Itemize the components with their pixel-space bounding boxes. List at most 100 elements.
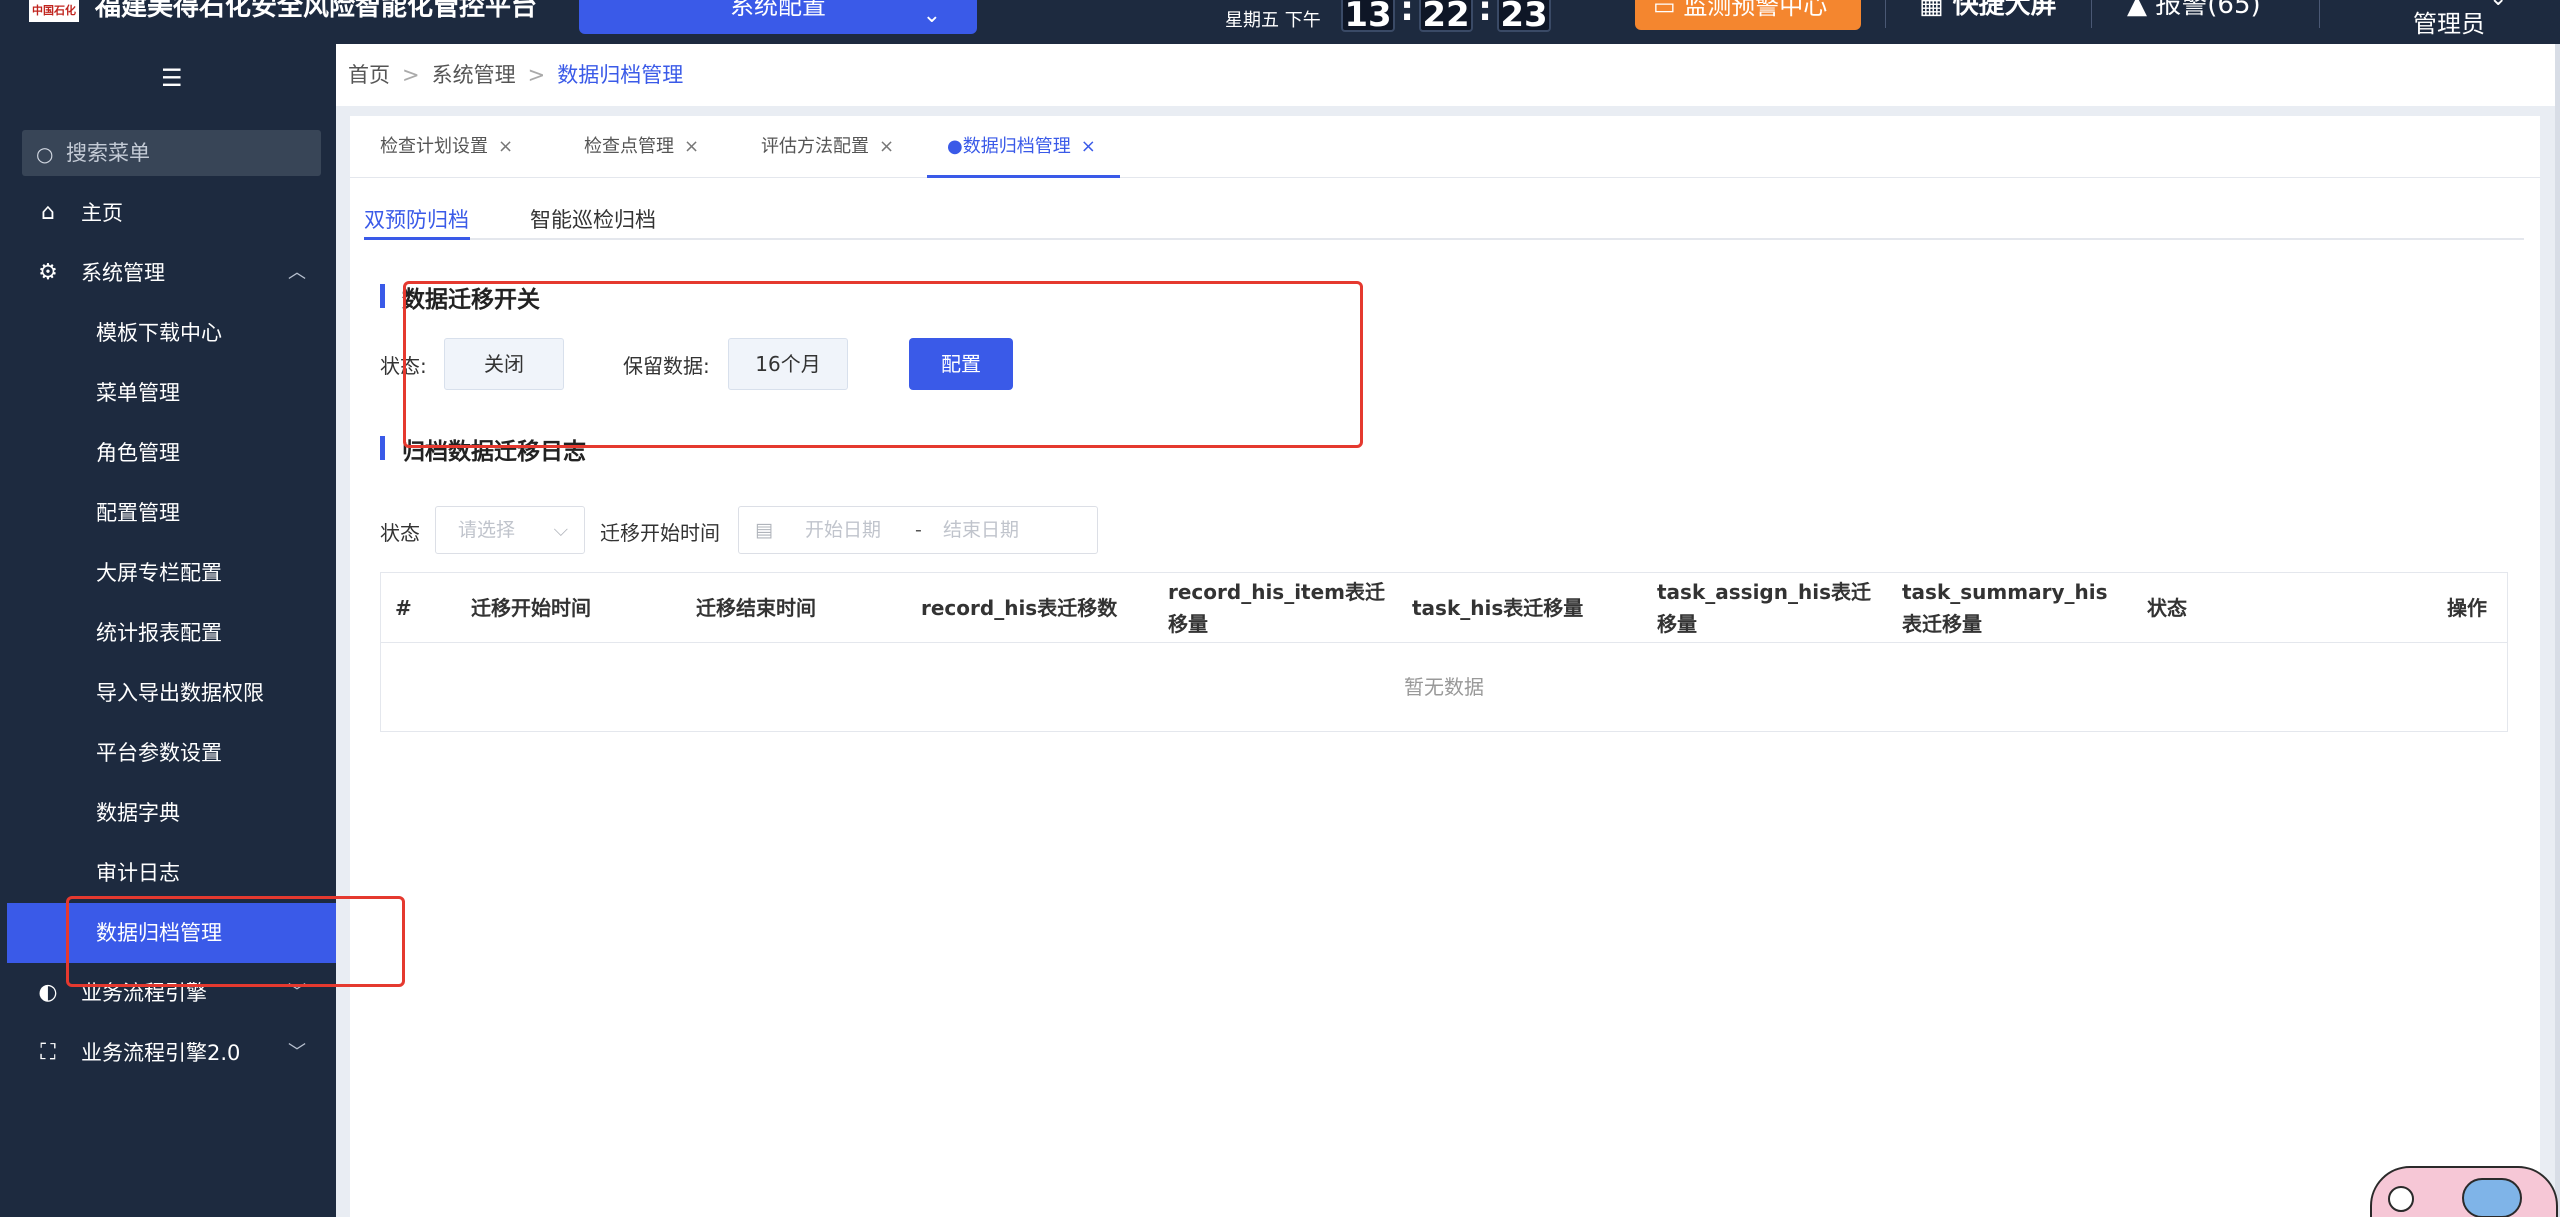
assistant-mascot-image[interactable] — [2370, 1166, 2558, 1217]
sidebar-subitem[interactable]: 平台参数设置 — [7, 723, 336, 783]
mascot-eye — [2388, 1186, 2414, 1212]
sub-tabs: 双预防归档 智能巡检归档 — [364, 192, 2524, 240]
home-icon: ⌂ — [41, 200, 55, 225]
big-screen-button[interactable]: ▦ 快捷大屏 — [1919, 0, 2057, 21]
bell-icon: ▲ — [2127, 0, 2156, 20]
filter-time-label: 迁移开始时间 — [600, 521, 720, 545]
sidebar-subitem[interactable]: 角色管理 — [7, 423, 336, 483]
clock-hour: 13 — [1341, 0, 1395, 35]
menu-collapse-icon[interactable]: ☰ — [161, 64, 183, 92]
sidebar-item-workflow2[interactable]: ⛶ 业务流程引擎2.0 ﹀ — [7, 1023, 336, 1083]
sidebar-subitem[interactable]: 配置管理 — [7, 483, 336, 543]
gear-icon: ⚙ — [38, 260, 58, 285]
breadcrumb-home[interactable]: 首页 — [348, 63, 390, 87]
chevron-down-icon: ⌄ — [922, 3, 941, 28]
close-icon[interactable]: × — [1081, 136, 1096, 157]
empty-state: 暂无数据 — [1404, 675, 1484, 699]
title-accent-bar — [380, 436, 385, 460]
page-tabs: 检查计划设置 × 检查点管理 × 评估方法配置 × ●数据归档管理 × — [350, 116, 2540, 178]
sidebar: ☰ ○ 搜索菜单 ⌂ 主页 ⚙ 系统管理 ︿ 模板下载中心 菜单管理 角色管理 … — [7, 44, 336, 1217]
subtab-smart-inspection[interactable]: 智能巡检归档 — [530, 192, 656, 240]
column-header: # — [395, 596, 412, 620]
chevron-down-icon: ﹀ — [288, 1042, 306, 1063]
column-header: record_his表迁移数 — [921, 596, 1118, 620]
end-date-input[interactable]: 结束日期 — [943, 507, 1019, 553]
screen-icon: ▦ — [1919, 0, 1953, 20]
monitor-icon: ▭ — [1653, 0, 1684, 20]
tab-label: 检查点管理 — [584, 136, 674, 157]
big-screen-label: 快捷大屏 — [1952, 0, 2057, 20]
tab-label: ●数据归档管理 — [947, 136, 1071, 157]
sidebar-item-label: 系统管理 — [81, 261, 165, 285]
close-icon[interactable]: × — [879, 136, 894, 157]
column-header: 操作 — [2447, 596, 2487, 620]
breadcrumb-parent[interactable]: 系统管理 — [432, 63, 516, 87]
column-header: 迁移结束时间 — [696, 596, 816, 620]
migration-log-table: # 迁移开始时间 迁移结束时间 record_his表迁移数 record_hi… — [380, 572, 2508, 732]
system-select-label: 系统配置 — [730, 0, 826, 20]
close-icon[interactable]: × — [684, 136, 699, 157]
alarm-label: 报警(65) — [2155, 0, 2261, 20]
breadcrumb-separator: > — [402, 63, 420, 87]
annotation-highlight-box — [66, 896, 405, 987]
menu-search-placeholder: 搜索菜单 — [66, 141, 150, 165]
sidebar-subitem[interactable]: 导入导出数据权限 — [7, 663, 336, 723]
divider — [2091, 0, 2092, 28]
sidebar-item-label: 业务流程引擎2.0 — [81, 1041, 241, 1065]
tab-inspection-plan[interactable]: 检查计划设置 × — [380, 116, 513, 178]
table-header: # 迁移开始时间 迁移结束时间 record_his表迁移数 record_hi… — [381, 573, 2507, 643]
sidebar-subitem[interactable]: 审计日志 — [7, 843, 336, 903]
clock-colon: : — [1400, 0, 1414, 29]
start-date-input[interactable]: 开始日期 — [805, 507, 881, 553]
search-icon: ○ — [36, 142, 54, 166]
menu-search-input[interactable]: ○ 搜索菜单 — [22, 130, 321, 176]
tab-data-archive[interactable]: ●数据归档管理 × — [927, 116, 1120, 178]
top-header: 中国石化 福建美得石化安全风险智能化管控平台 系统配置 ⌄ 星期五 下午 13 … — [7, 0, 2560, 44]
subtab-dual-prevention[interactable]: 双预防归档 — [364, 192, 470, 240]
app-title: 福建美得石化安全风险智能化管控平台 — [95, 0, 538, 22]
column-header: 状态 — [2147, 596, 2187, 620]
company-logo: 中国石化 — [29, 0, 79, 22]
date-range-picker[interactable]: ▤ 开始日期 - 结束日期 — [738, 506, 1098, 554]
window-edge — [0, 0, 7, 1217]
tab-evaluation[interactable]: 评估方法配置 × — [761, 116, 894, 178]
breadcrumb-current: 数据归档管理 — [557, 63, 684, 87]
clock-colon: : — [1478, 0, 1492, 29]
sidebar-item-system-mgmt[interactable]: ⚙ 系统管理 ︿ — [7, 243, 336, 303]
tab-label: 评估方法配置 — [761, 136, 869, 157]
sidebar-item-home[interactable]: ⌂ 主页 — [7, 183, 336, 243]
system-select[interactable]: 系统配置 ⌄ — [579, 0, 977, 34]
clock-second: 23 — [1497, 0, 1551, 35]
org-chart-icon: ⛶ — [40, 1040, 56, 1065]
sidebar-item-label: 主页 — [81, 201, 123, 225]
monitor-center-label: 监测预警中心 — [1683, 0, 1828, 20]
column-header: task_summary_his表迁移量 — [1902, 580, 2108, 636]
scrollbar-track[interactable] — [2555, 44, 2560, 1217]
sidebar-subitem[interactable]: 数据字典 — [7, 783, 336, 843]
chevron-down-icon[interactable]: ⌄ — [2489, 0, 2507, 11]
breadcrumb: 首页 > 系统管理 > 数据归档管理 — [336, 44, 2555, 106]
sidebar-subitem[interactable]: 大屏专栏配置 — [7, 543, 336, 603]
column-header: record_his_item表迁移量 — [1168, 580, 1386, 636]
breadcrumb-separator: > — [527, 63, 546, 87]
workflow-icon: ◐ — [38, 980, 58, 1005]
sidebar-subitem[interactable]: 统计报表配置 — [7, 603, 336, 663]
sidebar-subitem[interactable]: 模板下载中心 — [7, 303, 336, 363]
status-select[interactable]: 请选择 ⌵ — [435, 506, 585, 554]
annotation-highlight-box — [403, 281, 1363, 448]
tab-checkpoint[interactable]: 检查点管理 × — [584, 116, 699, 178]
clock-minute: 22 — [1419, 0, 1473, 35]
content-card: 检查计划设置 × 检查点管理 × 评估方法配置 × ●数据归档管理 × 双预防归档 智能… — [350, 116, 2540, 1217]
divider — [1885, 0, 1886, 28]
sidebar-subitem[interactable]: 菜单管理 — [7, 363, 336, 423]
tab-label: 检查计划设置 — [380, 136, 488, 157]
monitor-center-button[interactable]: ▭ 监测预警中心 — [1635, 0, 1861, 30]
close-icon[interactable]: × — [498, 136, 513, 157]
title-accent-bar — [380, 284, 385, 308]
mascot-body — [2462, 1178, 2522, 1217]
user-name[interactable]: 管理员 — [2413, 4, 2485, 39]
filter-status-label: 状态 — [380, 521, 420, 545]
alarm-button[interactable]: ▲ 报警(65) — [2127, 0, 2261, 21]
chevron-down-icon: ⌵ — [553, 519, 568, 541]
column-header: task_his表迁移量 — [1412, 596, 1584, 620]
